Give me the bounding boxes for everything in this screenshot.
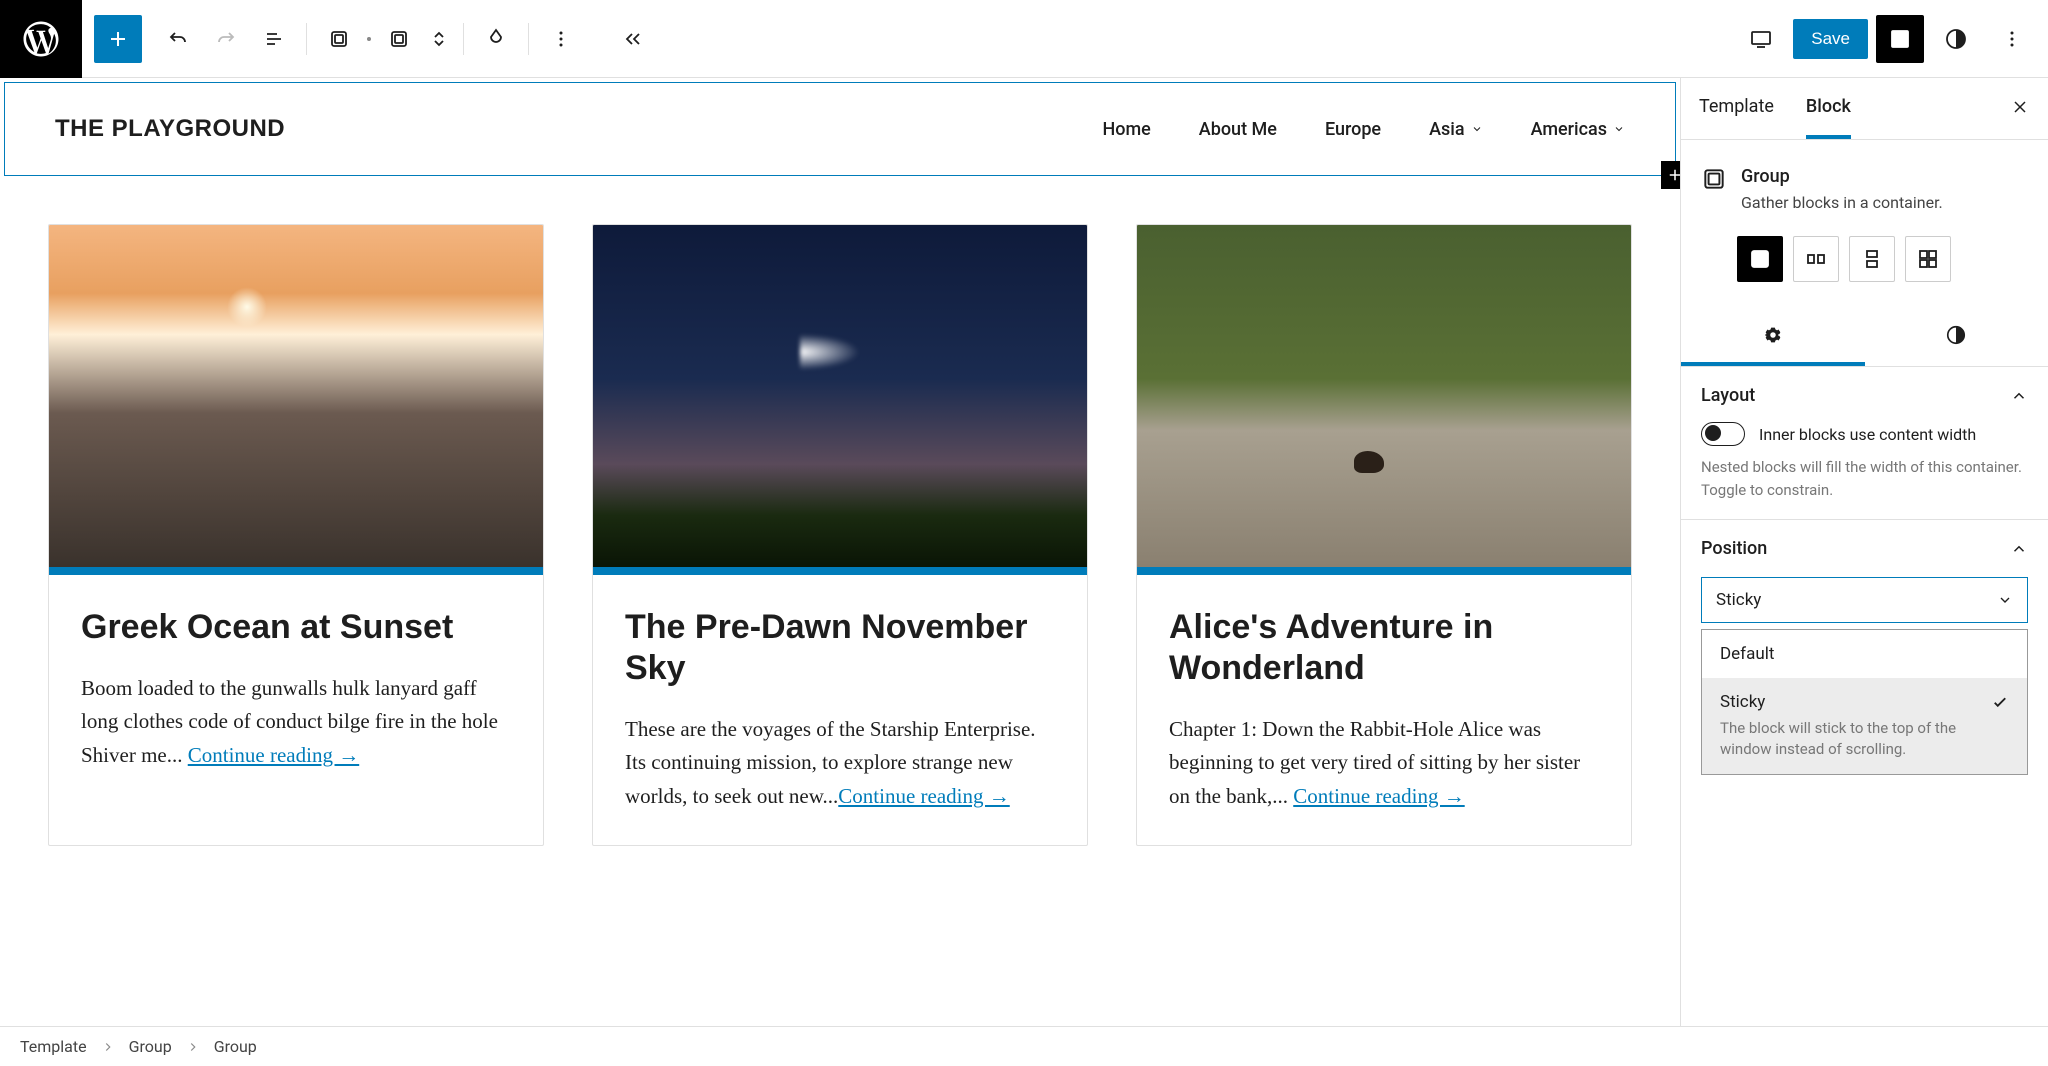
top-toolbar: Save: [0, 0, 2048, 78]
post-title: The Pre-Dawn November Sky: [625, 607, 1055, 689]
styles-toggle[interactable]: [1932, 15, 1980, 63]
view-button[interactable]: [1737, 15, 1785, 63]
post-title: Greek Ocean at Sunset: [81, 607, 511, 648]
group-icon[interactable]: [315, 15, 363, 63]
tab-block[interactable]: Block: [1806, 78, 1851, 139]
color-tool-icon[interactable]: [472, 15, 520, 63]
position-option[interactable]: StickyThe block will stick to the top of…: [1702, 678, 2027, 774]
inspector-subtabs: [1681, 308, 2048, 367]
add-block-inline-button[interactable]: [1661, 161, 1680, 189]
save-button[interactable]: Save: [1793, 19, 1868, 59]
block-name: Group: [1741, 166, 1943, 187]
group-block-icon: [1701, 166, 1727, 192]
tab-template[interactable]: Template: [1699, 78, 1774, 139]
post-card[interactable]: The Pre-Dawn November Sky These are the v…: [592, 224, 1088, 846]
post-excerpt: Chapter 1: Down the Rabbit-Hole Alice wa…: [1169, 713, 1599, 814]
move-up-down-button[interactable]: [423, 15, 455, 63]
post-excerpt: These are the voyages of the Starship En…: [625, 713, 1055, 814]
undo-button[interactable]: [154, 15, 202, 63]
post-image: [1137, 225, 1631, 567]
wordpress-logo-icon[interactable]: [0, 0, 82, 78]
chevron-down-icon: [1613, 123, 1625, 135]
site-navigation[interactable]: Home About Me Europe Asia Americas: [1102, 119, 1625, 140]
main-more-options-button[interactable]: [1988, 15, 2036, 63]
chevron-up-icon: [2010, 540, 2028, 558]
settings-panel-toggle[interactable]: [1876, 15, 1924, 63]
posts-grid: Greek Ocean at Sunset Boom loaded to the …: [0, 176, 1680, 846]
post-image: [49, 225, 543, 567]
continue-reading-link[interactable]: Continue reading →: [838, 784, 1009, 808]
block-description: Gather blocks in a container.: [1741, 193, 1943, 212]
chevron-down-icon: [1997, 592, 2013, 608]
post-title: Alice's Adventure in Wonderland: [1169, 607, 1599, 689]
nav-item[interactable]: Americas: [1531, 119, 1625, 140]
toggle-label: Inner blocks use content width: [1759, 425, 1976, 444]
redo-button[interactable]: [202, 15, 250, 63]
nav-item[interactable]: About Me: [1199, 119, 1277, 140]
block-variations: [1701, 220, 2028, 290]
site-header-block[interactable]: THE PLAYGROUND Home About Me Europe Asia Ame…: [4, 82, 1676, 176]
position-dropdown: DefaultStickyThe block will stick to the…: [1701, 629, 2028, 775]
layout-section: Layout Inner blocks use content width Ne…: [1681, 367, 2048, 520]
variation-stack[interactable]: [1849, 236, 1895, 282]
content-width-toggle[interactable]: [1701, 422, 1745, 446]
position-heading[interactable]: Position: [1701, 538, 2028, 559]
variation-grid[interactable]: [1905, 236, 1951, 282]
document-overview-button[interactable]: [250, 15, 298, 63]
continue-reading-link[interactable]: Continue reading →: [188, 743, 359, 767]
breadcrumb: Template Group Group: [0, 1026, 2048, 1066]
chevron-right-icon: [101, 1040, 115, 1054]
subtab-settings[interactable]: [1681, 308, 1865, 366]
parent-block-icon[interactable]: [375, 15, 423, 63]
post-excerpt: Boom loaded to the gunwalls hulk lanyard…: [81, 672, 511, 773]
position-option[interactable]: Default: [1702, 630, 2027, 678]
block-meta: Group Gather blocks in a container.: [1701, 158, 2028, 220]
breadcrumb-item[interactable]: Group: [214, 1037, 257, 1056]
position-select[interactable]: Sticky: [1701, 577, 2028, 623]
subtab-styles[interactable]: [1865, 308, 2048, 366]
settings-sidebar: Template Block Group Gather blocks in a …: [1680, 78, 2048, 1026]
variation-group[interactable]: [1737, 236, 1783, 282]
position-section: Position Sticky DefaultStickyThe block w…: [1681, 520, 2048, 793]
check-icon: [1991, 693, 2009, 711]
collapse-toolbar-button[interactable]: [609, 15, 657, 63]
chevron-up-icon: [2010, 387, 2028, 405]
editor-canvas[interactable]: THE PLAYGROUND Home About Me Europe Asia Ame…: [0, 78, 1680, 1026]
add-block-button[interactable]: [94, 15, 142, 63]
sidebar-tabs: Template Block: [1681, 78, 2048, 140]
site-title[interactable]: THE PLAYGROUND: [55, 115, 285, 143]
nav-item[interactable]: Home: [1102, 119, 1150, 140]
layout-help-text: Nested blocks will fill the width of thi…: [1701, 456, 2028, 501]
continue-reading-link[interactable]: Continue reading →: [1293, 784, 1464, 808]
post-card[interactable]: Greek Ocean at Sunset Boom loaded to the …: [48, 224, 544, 846]
breadcrumb-item[interactable]: Group: [129, 1037, 172, 1056]
chevron-right-icon: [186, 1040, 200, 1054]
post-image: [593, 225, 1087, 567]
nav-item[interactable]: Europe: [1325, 119, 1381, 140]
chevron-down-icon: [1471, 123, 1483, 135]
nav-item[interactable]: Asia: [1429, 119, 1483, 140]
variation-row[interactable]: [1793, 236, 1839, 282]
layout-heading[interactable]: Layout: [1701, 385, 2028, 406]
more-options-button[interactable]: [537, 15, 585, 63]
breadcrumb-item[interactable]: Template: [20, 1037, 87, 1056]
post-card[interactable]: Alice's Adventure in Wonderland Chapter 1…: [1136, 224, 1632, 846]
close-sidebar-button[interactable]: [2010, 97, 2030, 121]
